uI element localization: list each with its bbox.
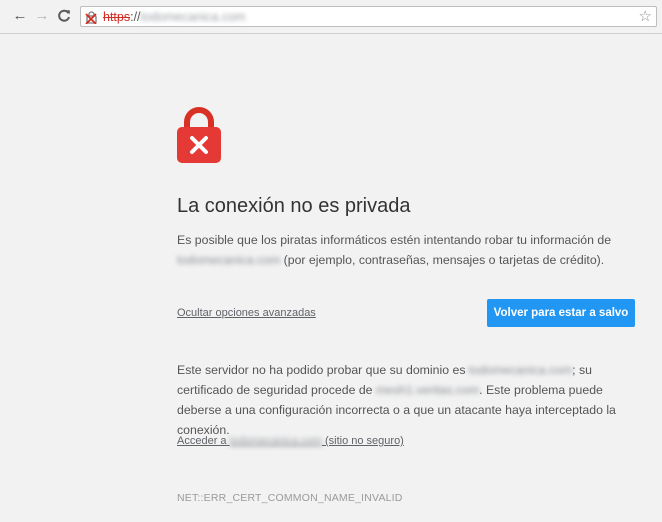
hide-advanced-link[interactable]: Ocultar opciones avanzadas — [177, 307, 316, 319]
reload-icon[interactable] — [56, 8, 72, 24]
proceed-unsafe-link[interactable]: Acceder a todomecanica.com (sitio no seg… — [177, 435, 404, 447]
url-host: todomecanica.com — [140, 10, 246, 24]
proceed-prefix: Acceder a — [177, 435, 230, 447]
proceed-suffix: (sitio no seguro) — [321, 435, 404, 447]
details-issuer: mesh1.veritas.com — [375, 383, 480, 397]
error-code: NET::ERR_CERT_COMMON_NAME_INVALID — [177, 492, 403, 504]
browser-toolbar: ← → https://todomecanica.com ☆ — [0, 0, 662, 34]
forward-arrow-icon[interactable]: → — [34, 8, 50, 24]
security-warning-text: Es posible que los piratas informáticos … — [177, 230, 647, 270]
warning-host: todomecanica.com — [177, 253, 281, 267]
back-arrow-icon[interactable]: ← — [12, 8, 28, 24]
broken-lock-icon — [85, 10, 99, 25]
url-text: https://todomecanica.com — [103, 9, 245, 25]
certificate-details-text: Este servidor no ha podido probar que su… — [177, 360, 647, 440]
warning-text-end: (por ejemplo, contraseñas, mensajes o ta… — [280, 253, 605, 267]
page-title: La conexión no es privada — [177, 195, 411, 217]
red-padlock-icon — [176, 107, 222, 163]
interstitial-page: La conexión no es privada Es posible que… — [0, 34, 662, 522]
address-bar[interactable]: https://todomecanica.com ☆ — [80, 6, 657, 27]
warning-text-start: Es posible que los piratas informáticos … — [177, 233, 612, 247]
proceed-host: todomecanica.com — [229, 435, 322, 447]
back-to-safety-button[interactable]: Volver para estar a salvo — [487, 299, 635, 327]
bookmark-star-icon[interactable]: ☆ — [639, 8, 652, 26]
details-text-1: Este servidor no ha podido probar que su… — [177, 363, 469, 377]
url-scheme: https — [103, 10, 131, 24]
details-domain: todomecanica.com — [468, 363, 573, 377]
url-separator: :// — [130, 10, 141, 24]
